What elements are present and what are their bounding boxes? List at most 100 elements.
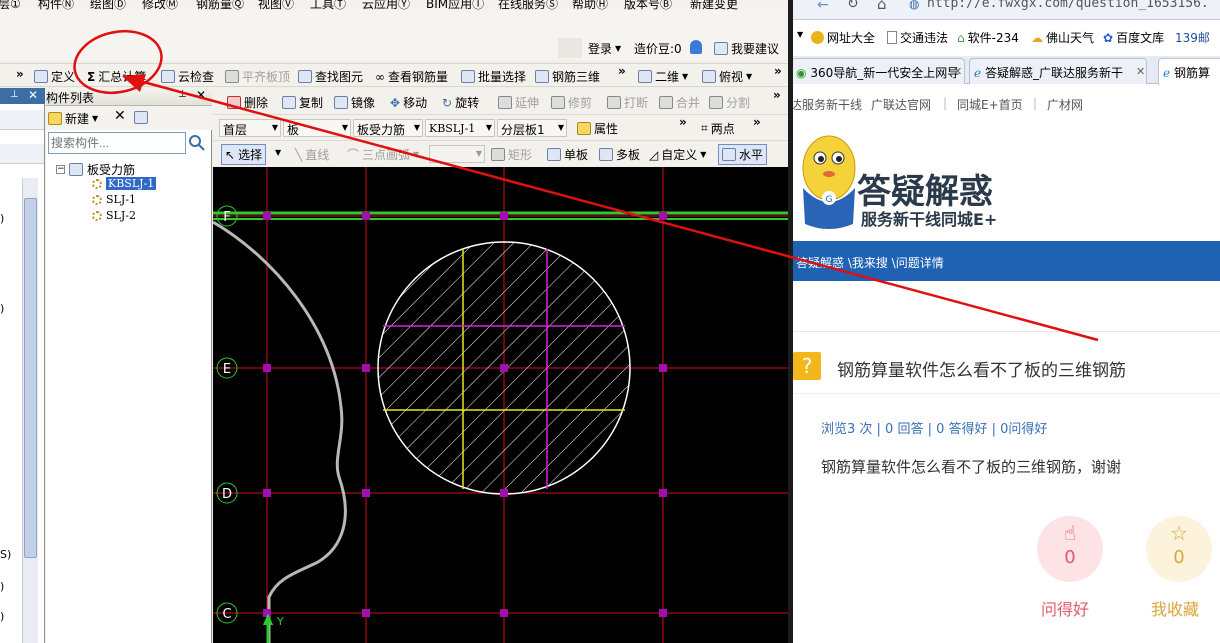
menu-cloud[interactable]: 云应用Ⓨ: [362, 0, 410, 10]
toolbar-overflow-icon[interactable]: »: [773, 88, 781, 102]
bookmark-item[interactable]: ☁ 佛山天气: [1031, 29, 1094, 46]
site-nav-link[interactable]: 同城E+首页: [957, 96, 1023, 113]
suggest-button[interactable]: 我要建议: [714, 40, 779, 57]
close-icon[interactable]: ✕: [28, 88, 38, 102]
define-button[interactable]: 定义: [34, 68, 75, 85]
menu-rebar-qty[interactable]: 钢筋量Ⓠ: [196, 0, 244, 10]
merge-button[interactable]: 合并: [659, 94, 700, 111]
type-select[interactable]: 板受力筋 ▼: [353, 119, 423, 137]
arc-param-select[interactable]: ▼: [429, 145, 485, 163]
close-icon[interactable]: ✕: [953, 65, 962, 78]
toolbar-overflow-icon[interactable]: »: [618, 64, 626, 78]
bookmark-item[interactable]: ⌂ 软件-234: [957, 29, 1019, 46]
pin-icon[interactable]: ⊥: [178, 89, 187, 100]
toolbar-overflow-icon[interactable]: »: [753, 115, 761, 129]
bookmark-item[interactable]: ✿ 百度文库: [1103, 29, 1164, 46]
chevron-down-icon[interactable]: ▼: [275, 148, 281, 157]
site-nav-link[interactable]: 广材网: [1047, 96, 1083, 113]
custom-button[interactable]: ◿ 自定义 ▼: [649, 146, 706, 163]
bookmark-item[interactable]: 交通违法: [887, 29, 948, 46]
login-button[interactable]: 登录 ▼: [588, 40, 621, 57]
layer-select[interactable]: 分层板1 ▼: [497, 119, 567, 137]
menu-view[interactable]: 视图Ⓥ: [258, 0, 294, 10]
menu-draw[interactable]: 绘图Ⓓ: [90, 0, 126, 10]
move-button[interactable]: ✥ 移动: [390, 94, 427, 111]
search-icon[interactable]: [188, 134, 206, 152]
left-panel-scrollbar[interactable]: [22, 178, 38, 643]
arc-button[interactable]: ⌒ 三点画弧 ▼: [347, 146, 419, 163]
tree-root[interactable]: − 板受力筋: [56, 161, 135, 178]
copy-icon[interactable]: [134, 111, 148, 124]
delete-icon[interactable]: ✕: [114, 108, 126, 124]
toolbar-overflow-icon[interactable]: »: [679, 115, 687, 129]
collapse-icon[interactable]: −: [56, 165, 65, 174]
multi-slab-button[interactable]: 多板: [599, 146, 640, 163]
menu-help[interactable]: 帮助Ⓗ: [572, 0, 608, 10]
batch-select-button[interactable]: 批量选择: [461, 68, 526, 85]
property-button[interactable]: 属性: [577, 120, 618, 137]
menu-tools[interactable]: 工具Ⓣ: [310, 0, 346, 10]
two-point-button[interactable]: ⌗ 两点: [701, 120, 735, 137]
tree-item-kbslj-1[interactable]: KBSLJ-1: [92, 177, 157, 190]
menu-element[interactable]: 构件Ⓝ: [38, 0, 74, 10]
trim-button[interactable]: 修剪: [551, 94, 592, 111]
tab-rebar[interactable]: ℯ 钢筋算: [1158, 58, 1220, 85]
mirror-button[interactable]: 镜像: [334, 94, 375, 111]
home-icon[interactable]: ⌂: [877, 0, 887, 13]
bell-icon[interactable]: [690, 40, 702, 54]
view-top-dropdown[interactable]: 俯视 ▼: [702, 68, 752, 85]
pin-icon[interactable]: ⊥: [10, 89, 19, 100]
close-icon[interactable]: ✕: [196, 88, 206, 102]
question-mark-icon: ?: [793, 352, 821, 380]
tab-360[interactable]: ◉ 360导航_新一代安全上网导: [793, 58, 965, 84]
cloud-check-button[interactable]: 云检查: [161, 68, 214, 85]
split-button[interactable]: 分割: [709, 94, 750, 111]
close-icon[interactable]: ✕: [1136, 65, 1145, 78]
copy-button[interactable]: 复制: [282, 94, 323, 111]
extend-button[interactable]: 延伸: [498, 94, 539, 111]
category-select[interactable]: 板 ▼: [283, 119, 351, 137]
menu-online[interactable]: 在线服务Ⓢ: [498, 0, 558, 10]
select-button[interactable]: ↖ 选择: [221, 144, 267, 165]
rect-button[interactable]: 矩形: [491, 146, 532, 163]
single-slab-button[interactable]: 单板: [547, 146, 588, 163]
good-question-button[interactable]: ☝ 0: [1037, 516, 1103, 582]
menu-new-change[interactable]: 新建变更: [690, 0, 738, 10]
site-nav-link[interactable]: 广联达官网: [871, 96, 931, 113]
element-search-input[interactable]: [48, 132, 186, 154]
break-button[interactable]: 打断: [607, 94, 648, 111]
site-nav-link[interactable]: 达服务新干线: [793, 96, 862, 113]
chevron-down-icon[interactable]: ▼: [797, 30, 803, 39]
find-element-button[interactable]: 查找图元: [298, 68, 363, 85]
tab-dayi[interactable]: ℯ 答疑解惑_广联达服务新干: [969, 58, 1147, 84]
menu-layer[interactable]: 层①: [0, 0, 21, 10]
tree-item-slj-1[interactable]: SLJ-1: [92, 193, 136, 206]
refresh-icon[interactable]: ↻: [847, 0, 859, 12]
breadcrumb[interactable]: 答疑解惑 \我来搜 \问题详情: [796, 256, 944, 270]
menu-modify[interactable]: 修改Ⓜ: [142, 0, 178, 10]
line-button[interactable]: ╲ 直线: [295, 146, 329, 163]
scrollbar-thumb[interactable]: [24, 198, 37, 558]
horizontal-button[interactable]: 水平: [718, 144, 768, 165]
drawing-canvas[interactable]: F E D C Y: [213, 167, 788, 643]
url-input[interactable]: http://e.fwxgx.com/question_1653156.: [927, 0, 1209, 11]
favorite-button[interactable]: ☆ 0: [1146, 516, 1212, 582]
floor-select[interactable]: 首层 ▼: [219, 119, 281, 137]
rebar-3d-button[interactable]: 钢筋三维: [535, 68, 600, 85]
menu-version[interactable]: 版本号Ⓑ: [624, 0, 672, 10]
rotate-button[interactable]: ↻ 旋转: [442, 94, 479, 111]
toolbar-overflow-icon[interactable]: »: [16, 67, 24, 81]
tree-item-slj-2[interactable]: SLJ-2: [92, 209, 136, 222]
element-select[interactable]: KBSLJ-1 ▼: [425, 119, 495, 137]
view-2d-dropdown[interactable]: 二维 ▼: [638, 68, 688, 85]
new-element-button[interactable]: 新建 ▼: [48, 110, 98, 127]
toolbar-overflow-icon[interactable]: »: [774, 64, 782, 78]
sum-calc-button[interactable]: Σ 汇总计算: [87, 68, 146, 85]
delete-button[interactable]: 删除: [227, 94, 268, 111]
bookmark-item[interactable]: 139邮: [1175, 29, 1210, 46]
back-icon[interactable]: ←: [817, 0, 829, 13]
menu-bim[interactable]: BIM应用Ⓘ: [426, 0, 484, 10]
flush-slab-button[interactable]: 平齐板顶: [225, 68, 290, 85]
bookmark-item[interactable]: 网址大全: [811, 29, 875, 46]
view-rebar-button[interactable]: ∞ 查看钢筋量: [375, 68, 448, 85]
